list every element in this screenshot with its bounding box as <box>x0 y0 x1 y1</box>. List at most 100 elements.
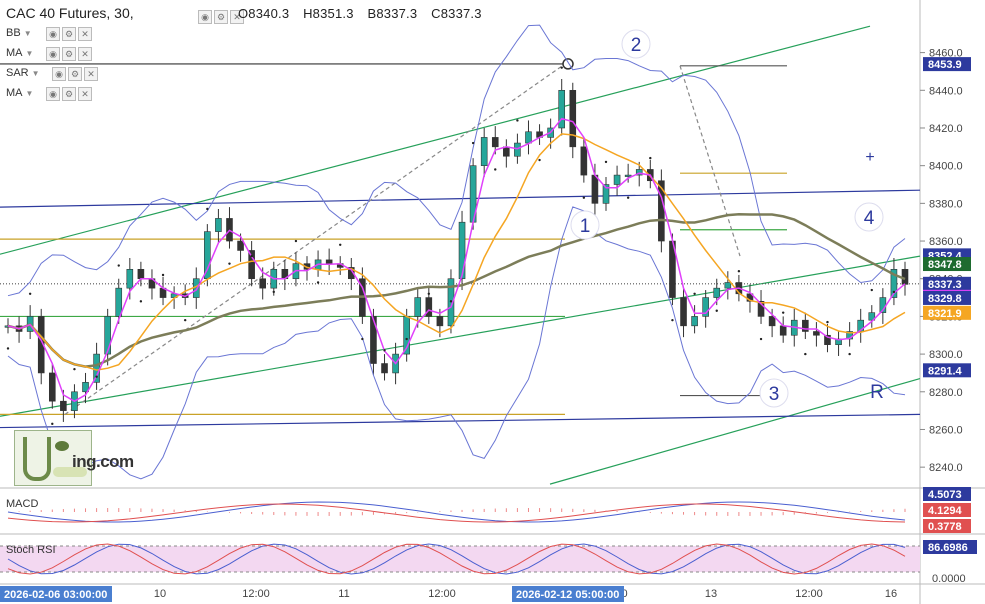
chart-header: CAC 40 Futures, 30, ◉ ⚙ ✕ O8340.3 H8351.3 … <box>0 0 920 28</box>
indicator-ma-1[interactable]: MA ▼ ◉ ⚙ ✕ <box>6 47 92 61</box>
chevron-down-icon[interactable]: ▼ <box>32 69 40 78</box>
settings-icon[interactable]: ⚙ <box>68 67 82 81</box>
sar-dot <box>6 347 10 350</box>
sar-dot <box>427 292 431 296</box>
candle-body <box>491 137 499 148</box>
sar-dot <box>316 281 320 284</box>
x-tick-label: 12:00 <box>795 588 823 600</box>
settings-icon[interactable]: ⚙ <box>62 47 76 61</box>
bollinger-lower <box>7 206 906 480</box>
sar-dot <box>95 375 98 378</box>
candle-body <box>436 316 444 327</box>
close-icon[interactable]: ✕ <box>78 47 92 61</box>
indicator-ma-2[interactable]: MA ▼ ◉ ⚙ ✕ <box>6 87 92 101</box>
price-tag-label: 8321.9 <box>928 308 962 320</box>
time-highlight-label: 2026-02-06 03:00:00 <box>4 589 107 601</box>
sar-dot <box>737 269 741 273</box>
close-value: C8337.3 <box>431 6 482 21</box>
close-icon[interactable]: ✕ <box>84 67 98 81</box>
candle-body <box>779 325 787 336</box>
candle-body <box>624 174 632 177</box>
candle-body <box>802 319 809 332</box>
candle-body <box>259 278 267 289</box>
open-value: O8340.3 <box>238 6 290 21</box>
sar-dot <box>892 290 896 294</box>
x-tick-label: 13 <box>705 588 717 600</box>
sar-dot <box>161 273 165 277</box>
price-tag-label: 8337.3 <box>928 279 962 291</box>
price-tag-label: 8453.9 <box>928 59 962 71</box>
candle-body <box>569 89 577 148</box>
macd-signal <box>7 503 906 523</box>
chevron-down-icon[interactable]: ▼ <box>26 89 34 98</box>
sar-dot <box>671 318 674 322</box>
sar-dot <box>250 254 253 258</box>
sar-dot <box>582 196 586 199</box>
rsi-label: Stoch RSI <box>6 544 56 556</box>
candle-body <box>613 174 621 185</box>
candle-body <box>480 137 488 166</box>
x-tick-label: 12:00 <box>242 588 270 600</box>
settings-icon[interactable]: ⚙ <box>62 87 76 101</box>
resistance-line <box>0 189 921 208</box>
sar-dot <box>405 337 408 341</box>
y-tick-label: 8400.0 <box>929 161 963 173</box>
y-tick-label: 8300.0 <box>929 349 963 361</box>
candle-body <box>713 287 721 298</box>
y-tick-label: 8380.0 <box>929 198 963 210</box>
logo-eye <box>55 441 69 451</box>
sar-dot <box>206 207 209 211</box>
eye-icon[interactable]: ◉ <box>46 27 60 41</box>
price-chart[interactable]: 8240.08260.08280.08300.08320.08340.08360… <box>0 0 985 604</box>
candle-body <box>525 131 532 144</box>
candle-body <box>93 353 100 383</box>
candle-body <box>414 297 422 317</box>
watermark-text: ing.com <box>72 452 134 471</box>
sar-dot <box>139 300 143 303</box>
sar-dot <box>804 352 807 356</box>
indicator-sar[interactable]: SAR ▼ ◉ ⚙ ✕ <box>6 67 98 81</box>
price-tag-label: 8291.4 <box>928 365 963 377</box>
channel-upper <box>0 25 871 255</box>
chevron-down-icon[interactable]: ▼ <box>26 49 34 58</box>
crosshair-marker: + <box>865 149 874 166</box>
low-value: B8337.3 <box>367 6 418 21</box>
eye-icon[interactable]: ◉ <box>198 9 212 24</box>
y-tick-label: 8240.0 <box>929 462 963 474</box>
sar-dot <box>604 160 608 164</box>
candle-body <box>325 259 333 264</box>
wave-label: 1 <box>580 216 591 237</box>
settings-icon[interactable]: ⚙ <box>62 27 76 41</box>
sar-dot <box>361 337 364 341</box>
x-tick-label: 12:00 <box>428 588 456 600</box>
sar-dot <box>826 320 829 324</box>
y-tick-label: 8360.0 <box>929 236 963 248</box>
eye-icon[interactable]: ◉ <box>52 67 66 81</box>
close-icon[interactable]: ✕ <box>78 87 92 101</box>
sar-dot <box>494 168 497 171</box>
candle-body <box>680 297 687 327</box>
candle-body <box>104 316 111 355</box>
eye-icon[interactable]: ◉ <box>46 87 60 101</box>
y-tick-label: 8440.0 <box>929 85 963 97</box>
candle-body <box>514 142 521 157</box>
sar-dot <box>228 262 231 265</box>
settings-icon[interactable]: ⚙ <box>214 9 228 24</box>
price-tag-label: 8347.8 <box>928 259 962 271</box>
sar-dot <box>117 264 120 267</box>
macd-line <box>7 501 906 523</box>
candle-body <box>768 316 776 327</box>
sar-dot <box>870 288 873 292</box>
candle-body <box>137 269 145 280</box>
sar-dot <box>51 422 54 426</box>
eye-icon[interactable]: ◉ <box>46 47 60 61</box>
rsi-zero-label: 0.0000 <box>932 573 966 585</box>
wave-label: R <box>870 382 884 403</box>
sar-dot <box>538 158 541 162</box>
y-tick-label: 8260.0 <box>929 424 963 436</box>
chevron-down-icon[interactable]: ▼ <box>24 29 32 38</box>
indicator-bb[interactable]: BB ▼ ◉ ⚙ ✕ <box>6 27 92 41</box>
candle-body <box>60 400 67 411</box>
candle-body <box>724 282 732 289</box>
close-icon[interactable]: ✕ <box>78 27 92 41</box>
